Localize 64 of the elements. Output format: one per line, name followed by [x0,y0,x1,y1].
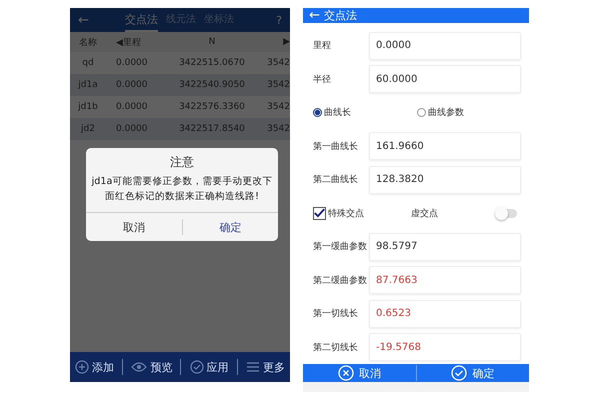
column-header: N [208,37,216,47]
field-label: 里程 [313,40,332,52]
table-cell-text: jd1a [77,80,99,90]
column-header: ▶ [282,37,290,47]
field-label: 第二缓曲参数 [313,274,368,287]
table-cell-text: 3422517.8540 [178,124,246,134]
table-row[interactable]: jd1a 0.0000 3422540.9050 3542 [70,74,290,96]
checkbox-label: 特殊交点 [328,208,364,220]
toolbar-button[interactable]: 添加 [73,358,116,376]
table-cell-text: 3422540.9050 [178,80,246,90]
field-label: 半径 [313,74,332,86]
radio-option[interactable]: 曲线参数 [417,106,521,120]
field-label: 第二曲线长 [313,174,359,186]
dialog-message: jd1a可能需要修正参数，需要手动更改下面红色标记的数据来正确构造线路! [90,175,274,204]
column-header: 名称 [78,36,98,48]
back-button[interactable]: ← [78,12,89,28]
checkbox-option[interactable]: 特殊交点 [313,206,411,220]
field-label: 第一切线长 [313,308,359,320]
table-cell-text: 3542 [266,102,290,112]
table-cell-text: 3542 [266,80,290,90]
toggle-label: 虚交点 [411,208,439,220]
table-cell-text: 3422515.0670 [178,58,246,68]
field-label: 第二切线长 [313,342,359,354]
confirm-button[interactable]: 确定 [182,213,278,241]
table-cell-text: 3542 [266,58,290,68]
help-button[interactable]: ? [276,14,282,26]
table-cell-text: 0.0000 [115,124,148,134]
back-button[interactable]: ← [309,8,320,23]
input-field[interactable]: 87.7663 [369,266,521,294]
table-cell-text: jd2 [80,124,96,134]
table-cell-text: 0.0000 [115,102,148,112]
column-header: ◀里程 [115,36,142,48]
field-label: 第一曲线长 [313,140,359,153]
input-field[interactable]: -19.5768 [369,333,521,362]
radio-label: 曲线参数 [428,106,464,120]
input-field[interactable]: 0.0000 [369,32,521,60]
cancel-button[interactable]: 取消 [86,213,182,241]
field-label: 第一缓曲参数 [313,240,368,254]
input-field[interactable]: 128.3820 [369,166,521,194]
radio-option[interactable]: 曲线长 [313,106,417,120]
table-row[interactable]: jd2 0.0000 3422517.8540 3542 [70,118,290,140]
check-circle-icon [190,360,204,374]
toolbar-button[interactable]: 应用 [188,358,231,376]
input-field[interactable]: 161.9660 [369,132,521,160]
plus-circle-icon [75,360,90,374]
input-field[interactable]: 98.5797 [369,232,521,261]
dialog-title: 注意 [169,154,195,171]
confirm-button[interactable]: 确定 [416,364,529,382]
input-field[interactable]: 60.0000 [369,65,521,94]
table-cell-text: qd [81,58,95,68]
table-cell-text: 0.0000 [115,58,148,68]
table-cell-text: 0.0000 [115,80,148,90]
eye-icon [131,362,148,372]
radio-label: 曲线长 [324,106,351,120]
table-cell-text: 3422576.3360 [178,102,246,112]
cancel-button[interactable]: 取消 [303,364,416,382]
table-cell-text: jd1b [77,102,99,112]
screen-title: 交点法 [324,8,357,23]
toggle-switch[interactable] [497,208,517,218]
table-cell-text: 3542 [266,124,290,134]
toolbar-button[interactable]: 预览 [129,358,174,376]
menu-icon [246,360,260,374]
input-field[interactable]: 0.6523 [369,300,521,328]
toolbar-button[interactable]: 更多 [244,358,287,376]
